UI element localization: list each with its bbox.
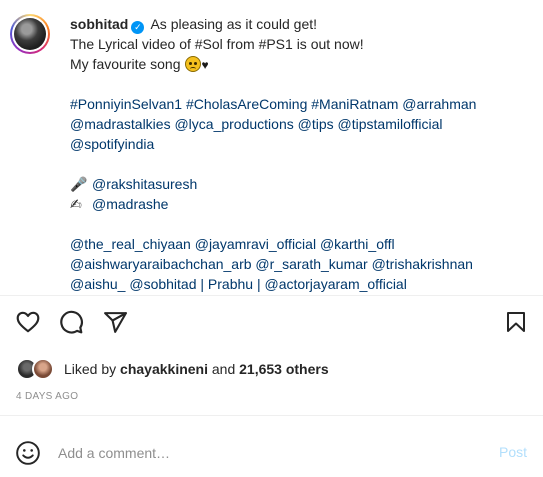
cast-line-1[interactable]: @the_real_chiyaan @jayamravi_official @k…	[70, 236, 395, 252]
comment-bar: Post	[0, 432, 543, 472]
likes-row: Liked by chayakkineni and 21,653 others	[16, 357, 329, 381]
likes-prefix: Liked by	[64, 361, 117, 377]
caption-line-1: As pleasing as it could get!	[150, 16, 318, 32]
cast-line-2[interactable]: @aishwaryaraibachchan_arb @r_sarath_kuma…	[70, 256, 473, 272]
caption-line-3: My favourite song	[70, 56, 181, 72]
bookmark-icon[interactable]	[500, 306, 532, 338]
post-timestamp[interactable]: 4 DAYS AGO	[16, 391, 78, 402]
likes-count-link[interactable]: 21,653 others	[239, 361, 329, 377]
liker-username-link[interactable]: chayakkineni	[120, 361, 208, 377]
caption-line-2: The Lyrical video of #Sol from #PS1 is o…	[70, 36, 364, 52]
avatar-image	[14, 18, 46, 50]
avatar[interactable]	[10, 14, 50, 54]
pleading-face-icon	[184, 56, 201, 72]
caption: sobhitad ✓ As pleasing as it could get! T…	[70, 14, 530, 294]
comment-icon[interactable]	[55, 306, 87, 338]
writing-hand-icon: ✍	[70, 196, 82, 212]
username-link[interactable]: sobhitad	[70, 16, 128, 32]
heart-icon[interactable]	[12, 306, 44, 338]
caption-area: sobhitad ✓ As pleasing as it could get! T…	[0, 0, 543, 295]
divider	[0, 295, 543, 296]
divider	[0, 415, 543, 416]
share-icon[interactable]	[99, 306, 131, 338]
singer-mention[interactable]: @rakshitasuresh	[92, 176, 197, 192]
microphone-icon: 🎤	[70, 176, 88, 192]
hashtags-line-3[interactable]: @spotifyindia	[70, 136, 154, 152]
hashtags-line-1[interactable]: #PonniyinSelvan1 #CholasAreComing #ManiR…	[70, 96, 476, 112]
hashtags-line-2[interactable]: @madrastalkies @lyca_productions @tips @…	[70, 116, 443, 132]
likes-connector: and	[211, 361, 236, 377]
likes-text: Liked by chayakkineni and 21,653 others	[64, 361, 329, 377]
post-button[interactable]: Post	[499, 444, 527, 460]
action-bar	[0, 306, 543, 342]
lyricist-mention[interactable]: @madrashe	[92, 196, 168, 212]
verified-badge-icon: ✓	[131, 21, 145, 34]
cast-line-3[interactable]: @aishu_ @sobhitad | Prabhu | @actorjayar…	[70, 276, 407, 292]
black-heart-icon: ♥	[201, 58, 209, 72]
liker-avatar[interactable]	[32, 358, 54, 380]
emoji-icon[interactable]	[15, 440, 41, 471]
comment-input[interactable]	[58, 442, 478, 464]
